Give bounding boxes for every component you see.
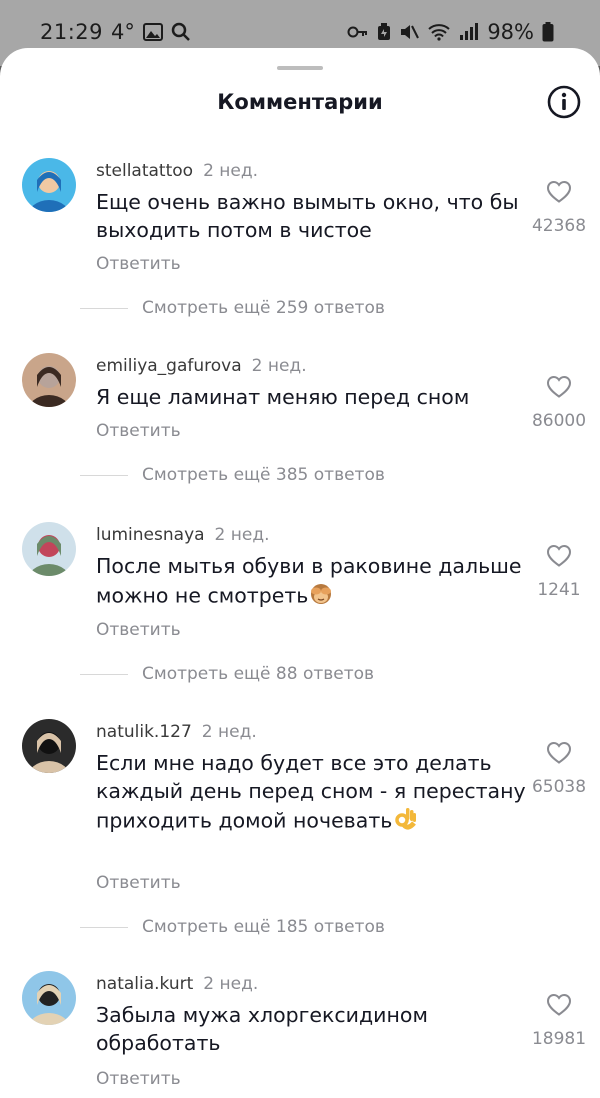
view-more-replies-label[interactable]: Смотреть ещё 185 ответов [142,917,385,937]
comment-text: Еще очень важно вымыть окно, что бы выхо… [96,188,526,244]
comment-time: 2 нед. [251,356,307,376]
like-control[interactable]: 1241 [520,544,598,600]
view-more-replies[interactable]: Смотреть ещё 259 ответов [80,298,385,318]
comment-time: 2 нед. [201,722,257,742]
comment-text-body: Если мне надо будет все это делать кажды… [96,751,526,833]
user-avatar[interactable] [22,353,76,407]
like-count: 1241 [537,580,581,600]
sheet-header: Комментарии [0,84,600,124]
comment-text: Я еще ламинат меняю перед сном [96,383,526,411]
user-avatar[interactable] [22,522,76,576]
comment-text: Забыла мужа хлоргексидином обработать [96,1001,526,1057]
search-icon [171,22,191,42]
sheet-title: Комментарии [217,90,383,114]
heart-icon[interactable] [546,741,572,769]
divider-line [80,474,128,476]
divider-line [80,673,128,675]
comments-sheet: Комментарии stellatattoo 2 нед. Еще очень … [0,48,600,1098]
comment-meta: natulik.127 2 нед. [96,719,257,745]
comment-item: luminesnaya 2 нед. После мытья обуви в рак… [0,522,600,688]
comment-username[interactable]: natulik.127 [96,722,192,742]
info-icon[interactable] [546,84,582,120]
divider-line [80,926,128,928]
comment-time: 2 нед. [203,161,259,181]
user-avatar[interactable] [22,158,76,212]
drag-handle[interactable] [277,66,323,70]
status-time: 21:29 [40,20,104,44]
comment-item: natalia.kurt 2 нед. Забыла мужа хлоргексид… [0,971,600,1093]
comment-meta: natalia.kurt 2 нед. [96,971,258,997]
gallery-icon [142,23,163,41]
comment-text: Если мне надо будет все это делать кажды… [96,749,526,838]
comment-username[interactable]: emiliya_gafurova [96,356,242,376]
comment-item: natulik.127 2 нед. Если мне надо будет все… [0,719,600,941]
like-control[interactable]: 86000 [520,375,598,431]
user-avatar[interactable] [22,719,76,773]
signal-icon [459,23,479,41]
reply-button[interactable]: Ответить [96,421,181,441]
battery-icon [542,22,554,42]
comment-text: После мытья обуви в раковине дальше можн… [96,552,526,613]
like-control[interactable]: 42368 [520,180,598,236]
view-more-replies[interactable]: Смотреть ещё 185 ответов [80,917,385,937]
comment-item: emiliya_gafurova 2 нед. Я еще ламинат меня… [0,353,600,489]
comment-meta: stellatattoo 2 нед. [96,158,258,184]
mute-icon [399,23,420,41]
reply-button[interactable]: Ответить [96,254,181,274]
view-more-replies[interactable]: Смотреть ещё 385 ответов [80,465,385,485]
like-control[interactable]: 65038 [520,741,598,797]
see-no-evil-monkey-icon [308,580,334,613]
divider-line [80,307,128,309]
heart-icon[interactable] [546,544,572,572]
like-control[interactable]: 18981 [520,993,598,1049]
comment-item: stellatattoo 2 нед. Еще очень важно вымыть… [0,158,600,322]
comment-username[interactable]: luminesnaya [96,525,205,545]
comment-username[interactable]: stellatattoo [96,161,193,181]
view-more-replies-label[interactable]: Смотреть ещё 259 ответов [142,298,385,318]
status-right: 98% [347,20,554,44]
view-more-replies[interactable]: Смотреть ещё 88 ответов [80,664,374,684]
comment-username[interactable]: natalia.kurt [96,974,193,994]
heart-icon[interactable] [546,993,572,1021]
like-count: 42368 [531,216,587,236]
like-count: 65038 [531,777,587,797]
view-more-replies-label[interactable]: Смотреть ещё 88 ответов [142,664,374,684]
heart-icon[interactable] [546,180,572,208]
comment-time: 2 нед. [214,525,270,545]
status-temperature: 4° [111,20,135,44]
reply-button[interactable]: Ответить [96,620,181,640]
battery-percent: 98% [487,20,534,44]
comment-text-body: Я еще ламинат меняю перед сном [96,385,470,409]
comment-time: 2 нед. [203,974,259,994]
like-count: 86000 [531,411,587,431]
heart-icon[interactable] [546,375,572,403]
comment-meta: emiliya_gafurova 2 нед. [96,353,307,379]
user-avatar[interactable] [22,971,76,1025]
like-count: 18981 [531,1029,587,1049]
reply-button[interactable]: Ответить [96,1069,181,1089]
comment-text-body: Забыла мужа хлоргексидином обработать [96,1003,428,1055]
view-more-replies-label[interactable]: Смотреть ещё 385 ответов [142,465,385,485]
battery-saver-icon [377,23,391,41]
comment-text-body: Еще очень важно вымыть окно, что бы выхо… [96,190,519,242]
wifi-icon [427,23,451,41]
comment-meta: luminesnaya 2 нед. [96,522,270,548]
key-icon [347,25,369,39]
status-left: 21:29 4° [40,20,191,44]
reply-button[interactable]: Ответить [96,873,181,893]
ok-hand-icon [392,805,418,838]
